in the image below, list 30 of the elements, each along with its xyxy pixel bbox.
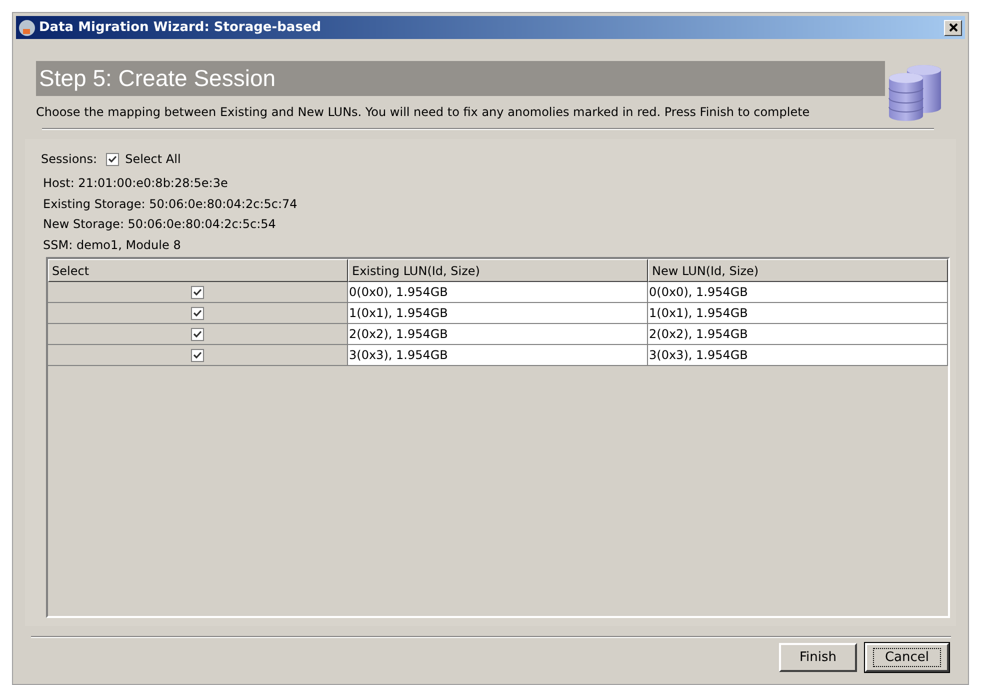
table-cell: 3(0x3), 1.954GB <box>648 345 948 366</box>
table-cell: 3(0x3), 1.954GB <box>348 345 648 366</box>
close-button[interactable] <box>944 20 962 36</box>
row-checkbox[interactable] <box>191 306 204 320</box>
dialog-button[interactable]: Cancel <box>865 643 949 672</box>
column-header[interactable]: New LUN(Id, Size) <box>648 259 948 282</box>
table-cell: 1(0x1), 1.954GB <box>348 303 648 324</box>
table-cell: 0(0x0), 1.954GB <box>348 282 648 303</box>
info-text: Host: 21:01:00:e0:8b:28:5e:3e <box>43 175 229 192</box>
select-all-label: Select All <box>125 151 181 168</box>
row-checkbox[interactable] <box>191 348 204 362</box>
info-text: SSM: demo1, Module 8 <box>43 236 182 254</box>
step-title: Step 5: Create Session <box>39 64 276 94</box>
table-cell: 0(0x0), 1.954GB <box>648 282 948 303</box>
table-cell: 1(0x1), 1.954GB <box>648 303 948 324</box>
column-header[interactable]: Select <box>48 259 348 282</box>
row-checkbox[interactable] <box>191 328 204 340</box>
column-header[interactable]: Existing LUN(Id, Size) <box>348 259 648 282</box>
select-all-checkbox[interactable] <box>106 152 120 166</box>
step-description: Choose the mapping between Existing and New LUNs. You will need to fix any anomolies marked in red. Press Finish to complete <box>36 104 811 121</box>
app-icon <box>18 18 36 36</box>
sessions-label: Sessions: <box>41 151 98 168</box>
close-icon <box>948 23 958 32</box>
table-cell: 2(0x2), 1.954GB <box>648 324 948 345</box>
dialog-button[interactable]: Finish <box>779 643 857 672</box>
info-text: Existing Storage: 50:06:0e:80:04:2c:5c:74 <box>43 196 298 212</box>
row-checkbox[interactable] <box>191 286 204 298</box>
table-cell: 2(0x2), 1.954GB <box>348 324 648 345</box>
window-title: Data Migration Wizard: Storage-based <box>39 18 322 37</box>
info-text: New Storage: 50:06:0e:80:04:2c:5c:54 <box>43 216 277 233</box>
